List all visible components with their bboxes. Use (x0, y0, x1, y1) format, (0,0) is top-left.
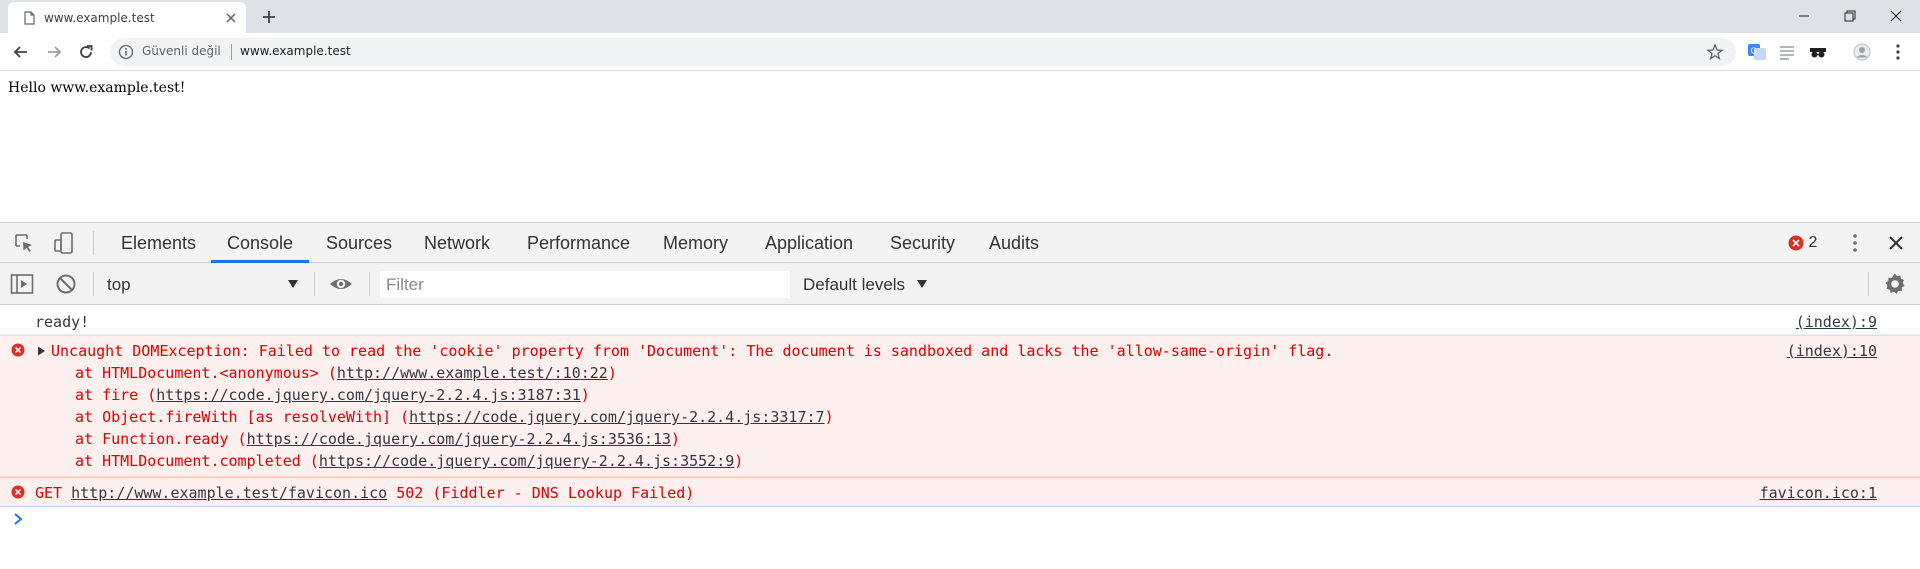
tab-title: www.example.test (44, 11, 155, 25)
error-icon (1788, 235, 1804, 251)
tab-console[interactable]: Console (227, 233, 293, 254)
stack-frame-prefix: at Object.fireWith [as resolveWith] ( (75, 408, 410, 426)
error-icon (11, 485, 25, 499)
console-message-log: ready! (index):9 (0, 307, 1920, 335)
tab-audits[interactable]: Audits (989, 233, 1039, 254)
stack-frame-link[interactable]: https://code.jquery.com/jquery-2.2.4.js:… (247, 430, 671, 448)
context-selector[interactable]: top (107, 275, 131, 295)
browser-tab[interactable]: www.example.test (8, 2, 246, 33)
filterbar-separator (1868, 272, 1869, 296)
tab-performance[interactable]: Performance (527, 233, 630, 254)
page-icon (24, 11, 35, 25)
stack-frame: at Function.ready (https://code.jquery.c… (75, 430, 680, 448)
stack-frame: at HTMLDocument.completed (https://code.… (75, 452, 743, 470)
console-output: ready! (index):9 Uncaught DOMException: … (0, 305, 1920, 569)
error-source-link[interactable]: (index):10 (1787, 342, 1877, 360)
stack-frame-prefix: at Function.ready ( (75, 430, 247, 448)
error-count: 2 (1808, 234, 1818, 251)
stack-frame-link[interactable]: https://code.jquery.com/jquery-2.2.4.js:… (409, 408, 824, 426)
tab-memory[interactable]: Memory (663, 233, 728, 254)
stack-frame-link[interactable]: http://www.example.test/:10:22 (337, 364, 608, 382)
browser-menu-icon[interactable] (1888, 43, 1908, 61)
tab-strip: www.example.test (0, 0, 1920, 33)
tab-elements[interactable]: Elements (121, 233, 196, 254)
console-prompt-chevron-icon[interactable] (12, 512, 24, 526)
site-info-icon[interactable] (118, 44, 134, 60)
stack-frame-link[interactable]: https://code.jquery.com/jquery-2.2.4.js:… (156, 386, 580, 404)
page-text: Hello www.example.test! (8, 80, 186, 96)
log-text: ready! (35, 313, 90, 331)
tab-security[interactable]: Security (890, 233, 955, 254)
browser-toolbar: Güvenli değil www.example.test (0, 33, 1920, 71)
devtools-tab-bar: Elements Console Sources Network Perform… (0, 223, 1920, 263)
address-separator (231, 44, 232, 60)
reader-extension-icon[interactable] (1777, 43, 1797, 61)
error-icon (11, 343, 25, 357)
restore-window-icon[interactable] (1840, 6, 1860, 26)
translate-extension-icon[interactable]: G (1747, 43, 1767, 61)
live-expression-eye-icon[interactable] (329, 272, 353, 296)
bookmark-star-icon[interactable] (1706, 43, 1724, 61)
stack-frame: at Object.fireWith [as resolveWith] (htt… (75, 408, 834, 426)
incognito-extension-icon[interactable] (1808, 43, 1828, 61)
forward-icon[interactable] (44, 42, 64, 62)
devtools-menu-icon[interactable] (1843, 231, 1867, 255)
stack-frame-prefix: at HTMLDocument.completed ( (75, 452, 319, 470)
console-message-network-error: GET http://www.example.test/favicon.ico … (0, 477, 1920, 507)
request-method: GET (35, 484, 63, 502)
stack-frame-suffix: ) (580, 386, 590, 404)
expand-triangle-icon[interactable] (37, 346, 46, 356)
close-devtools-icon[interactable] (1884, 231, 1908, 255)
log-levels-dropdown[interactable]: Default levels (803, 275, 905, 295)
tabbar-separator (93, 231, 94, 255)
network-error-line: GET http://www.example.test/favicon.ico … (35, 484, 694, 502)
error-counter[interactable]: 2 (1788, 234, 1817, 252)
console-message-error: Uncaught DOMException: Failed to read th… (0, 335, 1920, 477)
stack-frame-suffix: ) (734, 452, 744, 470)
stack-frame-suffix: ) (671, 430, 681, 448)
stack-frame-suffix: ) (824, 408, 834, 426)
console-toolbar: top Default levels (0, 263, 1920, 305)
close-tab-icon[interactable] (223, 10, 239, 26)
page-viewport: Hello www.example.test! (0, 71, 1920, 222)
back-icon[interactable] (11, 42, 31, 62)
stack-frame-prefix: at HTMLDocument.<anonymous> ( (75, 364, 337, 382)
tab-sources[interactable]: Sources (326, 233, 392, 254)
tab-application[interactable]: Application (765, 233, 853, 254)
console-filter-input[interactable] (380, 271, 790, 298)
close-window-icon[interactable] (1886, 6, 1906, 26)
filterbar-separator (93, 272, 94, 296)
devtools-panel: Elements Console Sources Network Perform… (0, 222, 1920, 569)
stack-frame: at HTMLDocument.<anonymous> (http://www.… (75, 364, 617, 382)
profile-avatar-icon[interactable] (1852, 43, 1872, 61)
filterbar-separator (314, 272, 315, 296)
stack-frame-prefix: at fire ( (75, 386, 157, 404)
new-tab-icon[interactable] (260, 8, 278, 26)
device-toolbar-icon[interactable] (52, 231, 76, 255)
network-error-source-link[interactable]: favicon.ico:1 (1760, 484, 1877, 502)
address-bar[interactable]: Güvenli değil www.example.test (110, 38, 1736, 66)
stack-frame-link[interactable]: https://code.jquery.com/jquery-2.2.4.js:… (319, 452, 734, 470)
not-secure-label[interactable]: Güvenli değil (142, 44, 221, 58)
log-source-link[interactable]: (index):9 (1796, 313, 1877, 331)
request-status: 502 (Fiddler - DNS Lookup Failed) (396, 484, 695, 502)
chevron-down-icon[interactable] (916, 279, 928, 289)
stack-frame-suffix: ) (607, 364, 617, 382)
reload-icon[interactable] (76, 42, 96, 62)
chevron-down-icon[interactable] (287, 279, 299, 289)
minimize-window-icon[interactable] (1794, 6, 1814, 26)
inspect-element-icon[interactable] (12, 231, 36, 255)
svg-text:G: G (1751, 47, 1757, 56)
stack-frame: at fire (https://code.jquery.com/jquery-… (75, 386, 590, 404)
clear-console-icon[interactable] (54, 272, 78, 296)
show-sidebar-icon[interactable] (10, 272, 34, 296)
request-url-link[interactable]: http://www.example.test/favicon.ico (71, 484, 387, 502)
console-settings-gear-icon[interactable] (1883, 272, 1907, 296)
filterbar-separator (369, 272, 370, 296)
error-message: Uncaught DOMException: Failed to read th… (51, 342, 1334, 360)
url-text[interactable]: www.example.test (240, 44, 351, 58)
tab-network[interactable]: Network (424, 233, 490, 254)
